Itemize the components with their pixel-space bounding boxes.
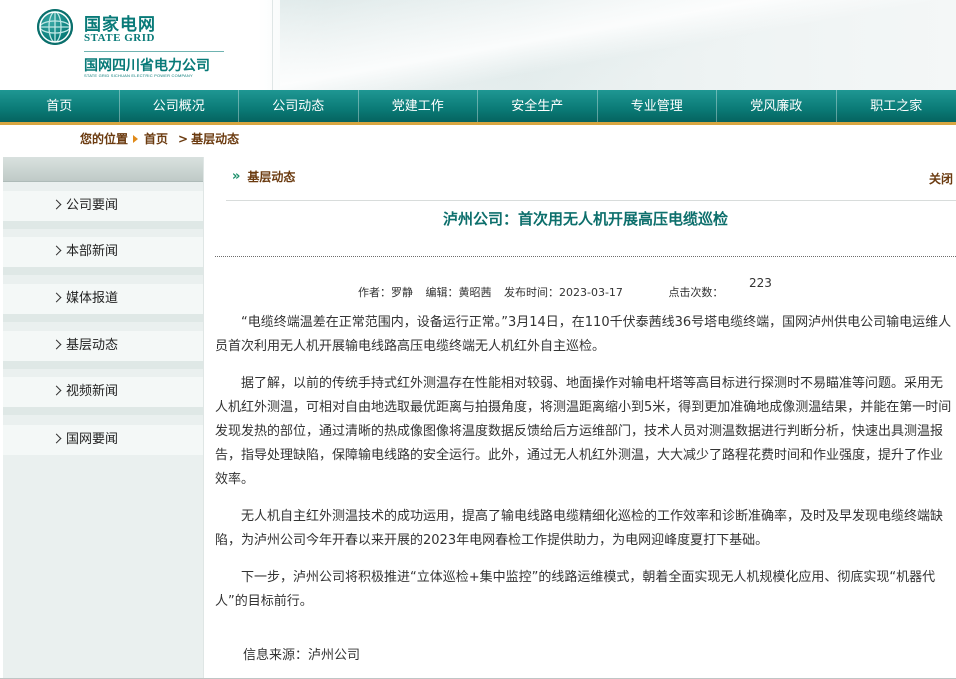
breadcrumb-home-link[interactable]: 首页	[144, 130, 168, 147]
nav-item-company-news[interactable]: 公司动态	[239, 90, 359, 122]
sidebar-item-hq-news[interactable]: 本部新闻	[3, 237, 203, 267]
chevron-right-icon	[51, 292, 62, 303]
state-grid-globe-icon[interactable]	[37, 9, 73, 45]
sidebar-header-bar	[3, 157, 203, 182]
sidebar-item-state-grid-news[interactable]: 国网要闻	[3, 425, 203, 455]
section-divider	[226, 200, 956, 201]
logo-title-en: State Grid	[84, 32, 155, 44]
nav-item-staff-home[interactable]: 职工之家	[837, 90, 956, 122]
sidebar-divider	[3, 407, 203, 415]
nav-item-safety-production[interactable]: 安全生产	[478, 90, 598, 122]
logo-underline	[84, 51, 224, 52]
sidebar-item-label: 公司要闻	[66, 198, 119, 213]
breadcrumb-current-link[interactable]: 基层动态	[191, 130, 239, 147]
article-paragraph: “电缆终端温差在正常范围内，设备运行正常。”3月14日，在110千伏泰茜线36号…	[215, 315, 952, 354]
breadcrumb: 您的位置 首页 > 基层动态	[80, 130, 239, 147]
sidebar-divider	[3, 314, 203, 322]
article-title: 泸州公司：首次用无人机开展高压电缆巡检	[442, 210, 728, 228]
sidebar-divider	[3, 267, 203, 275]
sidebar: 公司要闻 本部新闻 媒体报道 基层动态 视频新闻 国网要闻	[3, 157, 204, 679]
sidebar-item-company-news[interactable]: 公司要闻	[3, 191, 203, 221]
chevron-right-icon	[51, 433, 62, 444]
chevron-right-icon	[51, 199, 62, 210]
chevron-right-icon	[51, 339, 62, 350]
nav-item-professional-management[interactable]: 专业管理	[598, 90, 717, 122]
section-heading-label: 基层动态	[247, 170, 296, 184]
article-date: 发布时间：2023-03-17	[504, 286, 623, 299]
site-header: 国家电网 State Grid 国网四川省电力公司 STATE GRID SIC…	[0, 0, 956, 90]
article-source: 信息来源：泸州公司	[243, 648, 361, 663]
article-hits-label: 点击次数：	[668, 286, 724, 299]
sidebar-item-label: 视频新闻	[66, 384, 119, 399]
sidebar-divider	[3, 361, 203, 369]
sidebar-item-label: 本部新闻	[66, 244, 119, 259]
sidebar-item-label: 国网要闻	[66, 432, 119, 447]
chevron-right-icon	[51, 385, 62, 396]
sidebar-item-media-reports[interactable]: 媒体报道	[3, 284, 203, 314]
article-paragraph: 无人机自主红外测温技术的成功运用，提高了输电线路电缆精细化巡检的工作效率和诊断准…	[215, 509, 944, 548]
title-divider	[215, 256, 956, 257]
breadcrumb-label: 您的位置	[80, 132, 129, 146]
nav-item-company-overview[interactable]: 公司概况	[120, 90, 239, 122]
nav-item-integrity[interactable]: 党风廉政	[717, 90, 837, 122]
header-divider	[272, 0, 273, 90]
company-name-cn: 国网四川省电力公司	[84, 58, 210, 74]
article-editor: 编辑：黄昭茜	[425, 286, 492, 299]
double-chevron-icon: »	[232, 169, 241, 184]
chevron-right-icon	[51, 245, 62, 256]
sidebar-item-video-news[interactable]: 视频新闻	[3, 377, 203, 407]
article-paragraph: 据了解，以前的传统手持式红外测温存在性能相对较弱、地面操作对输电杆塔等高目标进行…	[215, 376, 952, 487]
article-paragraph: 下一步，泸州公司将积极推进“立体巡检+集中监控”的线路运维模式，朝着全面实现无人…	[215, 570, 936, 609]
sidebar-item-grassroots-news[interactable]: 基层动态	[3, 331, 203, 361]
main-nav: 首页 公司概况 公司动态 党建工作 安全生产 专业管理 党风廉政 职工之家	[0, 90, 956, 125]
nav-item-party-building[interactable]: 党建工作	[359, 90, 478, 122]
close-link[interactable]: 关闭	[929, 170, 953, 187]
company-name-en: STATE GRID SICHUAN ELECTRIC POWER COMPAN…	[84, 73, 193, 78]
sidebar-divider	[3, 221, 203, 229]
article-author: 作者：罗静	[358, 286, 413, 299]
nav-item-home[interactable]: 首页	[0, 90, 120, 122]
article-body: “电缆终端温差在正常范围内，设备运行正常。”3月14日，在110千伏泰茜线36号…	[215, 311, 955, 627]
article-hits-count: 223	[749, 276, 772, 290]
header-banner-decoration	[280, 0, 956, 90]
sidebar-item-label: 媒体报道	[66, 291, 119, 306]
sidebar-item-label: 基层动态	[66, 338, 119, 353]
breadcrumb-arrow-icon	[133, 134, 139, 143]
breadcrumb-separator: >	[178, 131, 189, 146]
article-meta: 作者：罗静 编辑：黄昭茜 发布时间：2023-03-17 点击次数：	[358, 284, 731, 300]
section-heading: » 基层动态	[232, 168, 295, 185]
